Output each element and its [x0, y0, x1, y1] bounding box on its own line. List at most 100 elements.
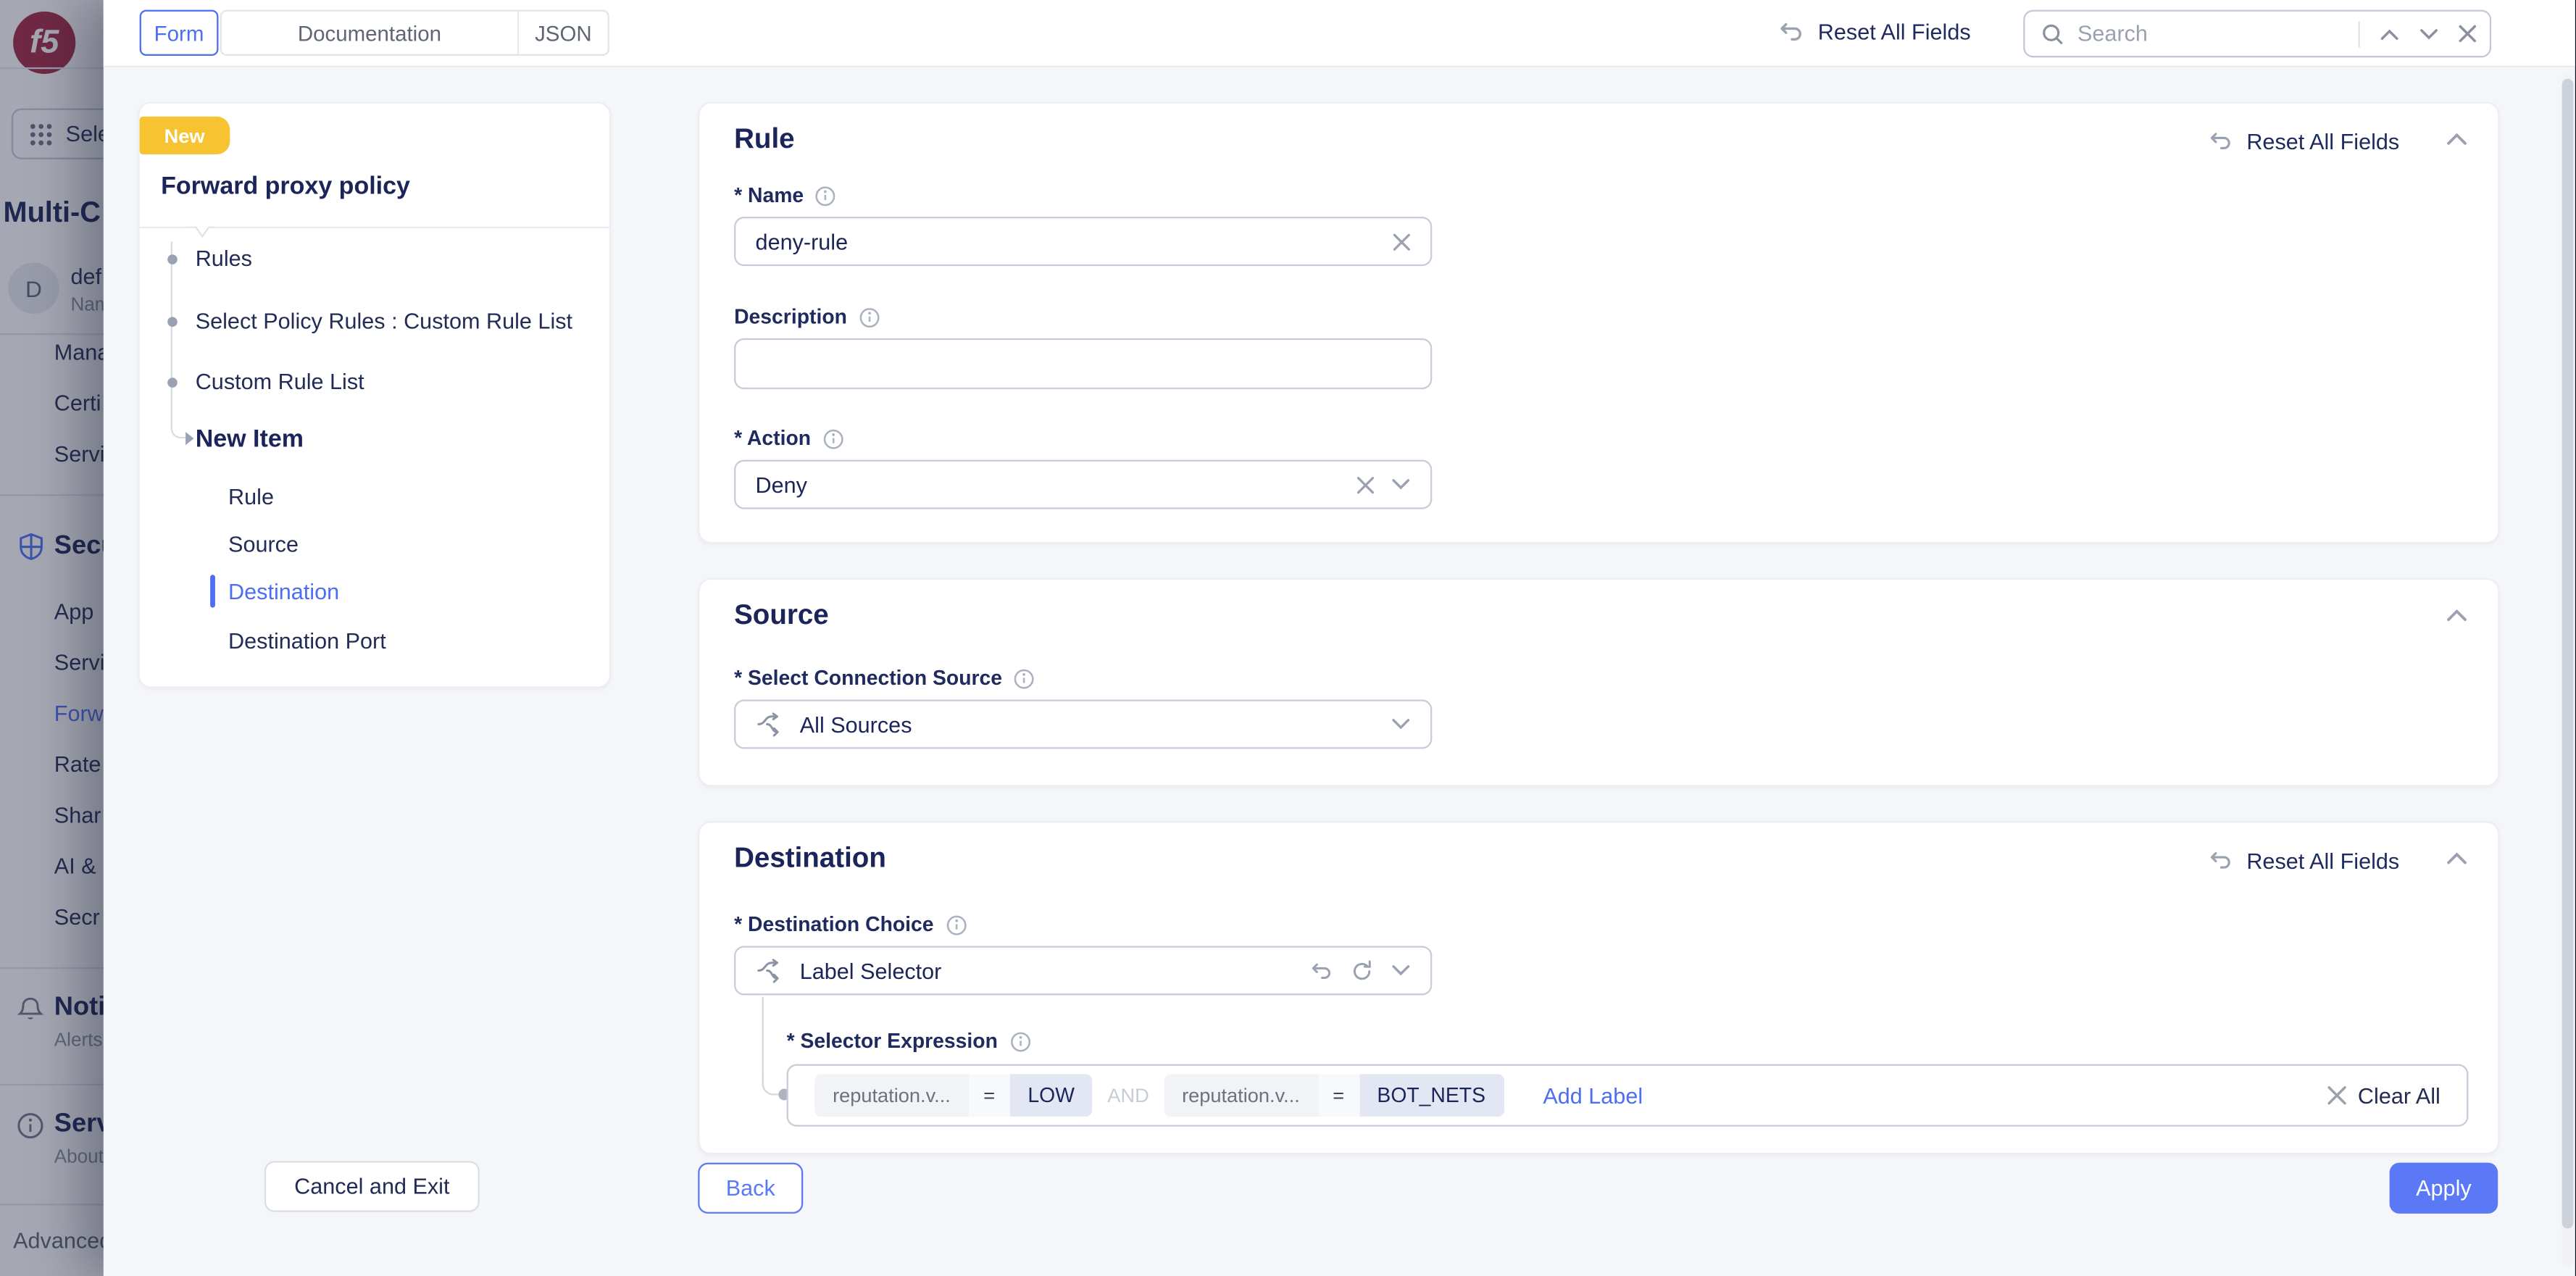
undo-icon	[2207, 847, 2233, 873]
tab-form[interactable]: Form	[139, 9, 219, 57]
connector-corner	[762, 1074, 779, 1096]
action-label: * Action	[734, 427, 843, 450]
wizard-title: Forward proxy policy	[161, 172, 410, 201]
destination-choice-value: Label Selector	[799, 958, 942, 983]
clear-all-label: Clear All	[2357, 1083, 2440, 1108]
search-next-button[interactable]	[2419, 27, 2438, 40]
chevron-down-icon[interactable]	[1391, 717, 1411, 730]
tab-group: Documentation JSON	[220, 9, 609, 57]
tree-subitem-source[interactable]: Source	[228, 532, 299, 556]
collapse-notch-icon	[190, 226, 217, 241]
destination-choice-select[interactable]: Label Selector	[734, 946, 1433, 996]
clear-action-icon[interactable]	[1356, 475, 1375, 493]
action-value: Deny	[755, 472, 807, 497]
description-label: Description	[734, 306, 880, 328]
oneof-branch-icon	[756, 957, 784, 983]
divider	[2358, 20, 2360, 47]
tab-json[interactable]: JSON	[519, 12, 607, 54]
rule-reset-all-fields-button[interactable]: Reset All Fields	[2207, 128, 2399, 154]
expression-value[interactable]: BOT_NETS	[1359, 1074, 1504, 1117]
info-icon[interactable]	[822, 428, 843, 449]
source-section: Source * Select Connection Source All So…	[698, 577, 2500, 787]
wizard-panel: New Forward proxy policy Rules Select Po…	[138, 101, 612, 688]
tree-item-select-policy-rules[interactable]: Select Policy Rules : Custom Rule List	[196, 309, 572, 333]
collapse-chevron-up-icon[interactable]	[2446, 131, 2469, 146]
undo-field-icon[interactable]	[1309, 958, 1333, 983]
expression-operator[interactable]: =	[1317, 1074, 1359, 1117]
rule-reset-label: Reset All Fields	[2246, 128, 2400, 154]
info-icon[interactable]	[1009, 1030, 1030, 1051]
selector-expression-label: * Selector Expression	[787, 1030, 1031, 1053]
info-icon[interactable]	[1014, 667, 1035, 688]
tree-arrow-icon	[186, 432, 194, 446]
reset-all-fields-button[interactable]: Reset All Fields	[1777, 18, 1971, 46]
tree-subitem-rule[interactable]: Rule	[228, 485, 274, 509]
apply-button[interactable]: Apply	[2389, 1162, 2498, 1214]
tree-subitem-destination[interactable]: Destination	[228, 580, 339, 604]
destination-heading: Destination	[734, 842, 886, 874]
name-field[interactable]: deny-rule	[734, 217, 1433, 267]
tree-corner	[170, 415, 186, 439]
add-label-link[interactable]: Add Label	[1543, 1083, 1643, 1108]
connection-source-value: All Sources	[799, 712, 912, 737]
destination-reset-all-fields-button[interactable]: Reset All Fields	[2207, 847, 2399, 873]
screen: f5 Sele Multi-C D def Nam Mana Certi Ser…	[0, 0, 2575, 1276]
and-joiner: AND	[1107, 1083, 1149, 1107]
rule-section: Rule Reset All Fields * Name deny-rule D…	[698, 101, 2500, 544]
name-label: * Name	[734, 184, 836, 207]
destination-reset-label: Reset All Fields	[2246, 848, 2400, 873]
reset-all-fields-label: Reset All Fields	[1817, 20, 1971, 45]
connection-source-select[interactable]: All Sources	[734, 699, 1433, 749]
expression-key[interactable]: reputation.v...	[1164, 1074, 1318, 1117]
destination-choice-label: * Destination Choice	[734, 913, 967, 936]
clear-all-button[interactable]: Clear All	[2327, 1083, 2440, 1108]
expression-operator[interactable]: =	[968, 1074, 1010, 1117]
tree-dot	[167, 378, 177, 388]
tree-item-custom-rule-list[interactable]: Custom Rule List	[196, 370, 364, 394]
tree-subitem-destination-port[interactable]: Destination Port	[228, 629, 386, 654]
search-placeholder: Search	[2077, 21, 2148, 46]
action-select[interactable]: Deny	[734, 459, 1433, 509]
source-heading: Source	[734, 599, 829, 631]
tree-item-rules[interactable]: Rules	[196, 246, 252, 271]
tree-dot	[167, 317, 177, 328]
undo-icon	[1777, 18, 1805, 46]
collapse-chevron-up-icon[interactable]	[2446, 608, 2469, 622]
modal-scrim	[0, 0, 106, 1276]
search-close-icon[interactable]	[2459, 25, 2477, 43]
tab-documentation[interactable]: Documentation	[222, 11, 520, 54]
form-drawer: Form Documentation JSON Reset All Fields…	[103, 0, 2575, 1276]
drawer-topbar: Form Documentation JSON Reset All Fields…	[103, 0, 2575, 67]
label-expression-chip[interactable]: reputation.v... = BOT_NETS	[1164, 1074, 1504, 1117]
redo-field-icon[interactable]	[1350, 958, 1375, 983]
chevron-down-icon[interactable]	[1391, 964, 1411, 977]
name-value: deny-rule	[755, 229, 849, 254]
tree-item-new-item[interactable]: New Item	[196, 425, 304, 454]
search-prev-button[interactable]	[2380, 27, 2399, 40]
label-expression-chip[interactable]: reputation.v... = LOW	[814, 1074, 1093, 1117]
active-indicator	[210, 575, 215, 608]
drawer-content: New Forward proxy policy Rules Select Po…	[104, 67, 2575, 1276]
connection-source-label: * Select Connection Source	[734, 667, 1035, 690]
chevron-down-icon[interactable]	[1391, 478, 1411, 491]
back-button[interactable]: Back	[698, 1162, 804, 1214]
clear-name-icon[interactable]	[1393, 233, 1411, 251]
info-icon[interactable]	[859, 307, 880, 328]
selector-expression-field[interactable]: reputation.v... = LOW AND reputation.v..…	[786, 1064, 2469, 1127]
description-field[interactable]	[734, 338, 1433, 390]
search-icon	[2041, 22, 2064, 46]
info-icon[interactable]	[815, 185, 836, 206]
search-input[interactable]: Search	[2023, 9, 2492, 58]
expression-key[interactable]: reputation.v...	[814, 1074, 969, 1117]
scrollbar-thumb[interactable]	[2562, 78, 2574, 1229]
new-badge: New	[139, 116, 230, 155]
cancel-and-exit-button[interactable]: Cancel and Exit	[264, 1161, 480, 1212]
collapse-chevron-up-icon[interactable]	[2446, 851, 2469, 865]
info-icon[interactable]	[945, 914, 966, 935]
oneof-branch-icon	[756, 711, 784, 737]
expression-value[interactable]: LOW	[1009, 1074, 1093, 1117]
undo-icon	[2207, 128, 2233, 154]
destination-section: Destination Reset All Fields * Destinati…	[698, 821, 2500, 1155]
tree-dot	[167, 254, 177, 264]
rule-heading: Rule	[734, 122, 795, 155]
